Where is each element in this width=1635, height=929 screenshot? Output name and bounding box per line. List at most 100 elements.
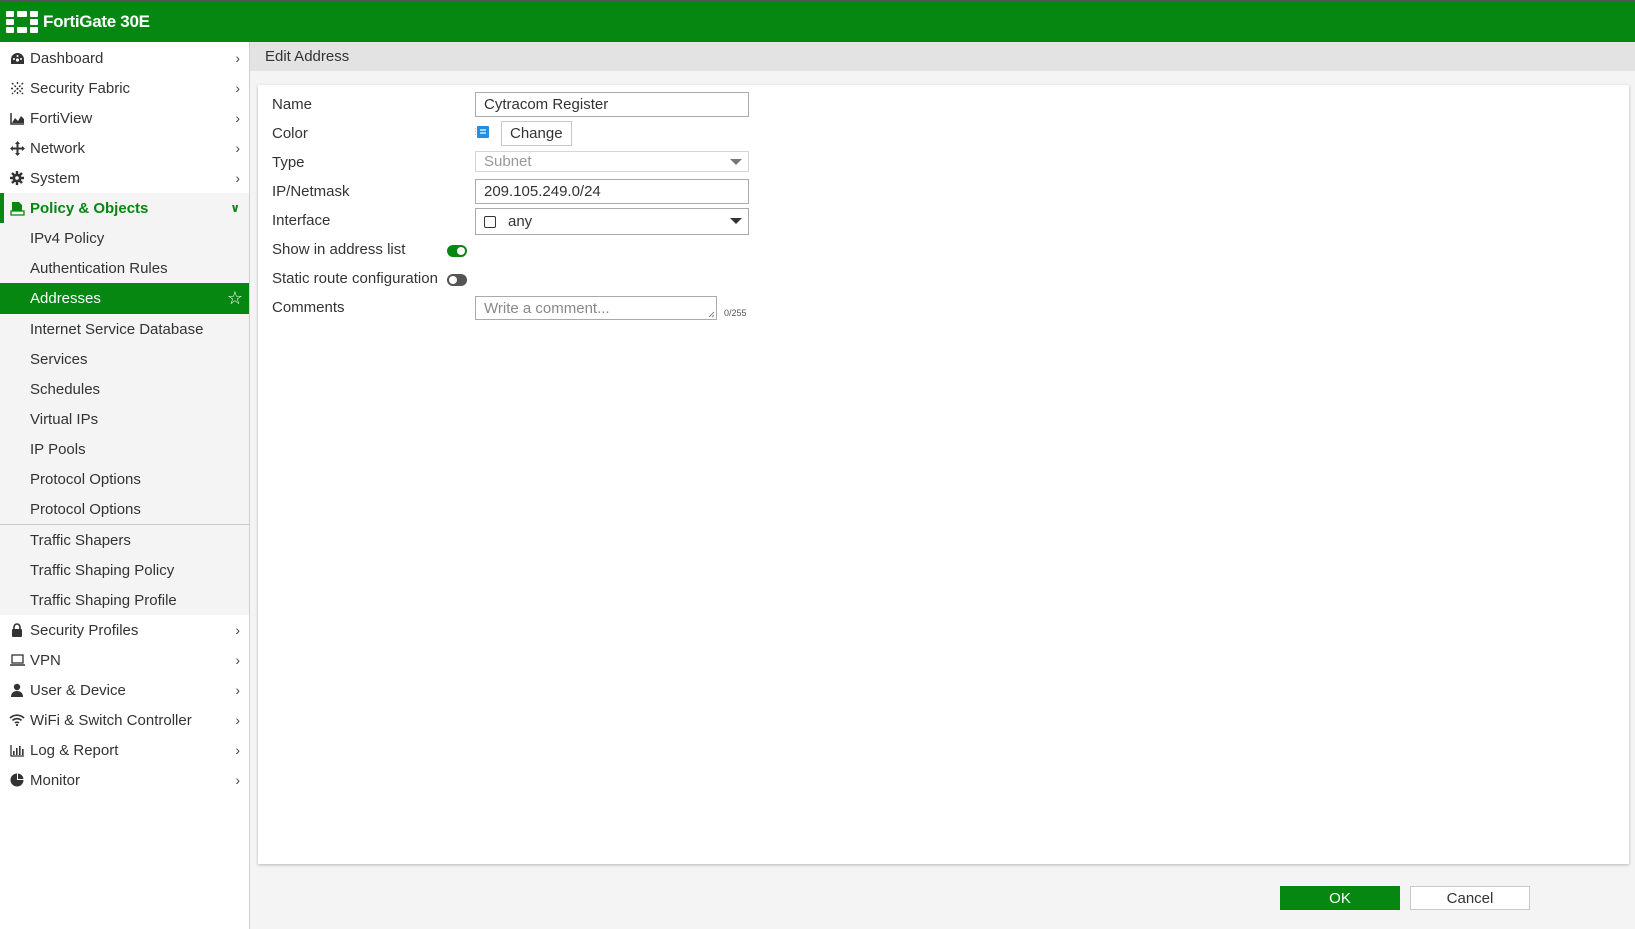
nav-vpn[interactable]: VPN › — [0, 645, 249, 675]
page-title: Edit Address — [250, 42, 1635, 71]
type-label: Type — [272, 154, 305, 171]
name-value: Cytracom Register — [484, 96, 609, 113]
nav-label: Security Profiles — [30, 621, 139, 639]
sidebar-item-services[interactable]: Services — [0, 344, 249, 374]
chevron-right-icon: › — [235, 682, 240, 698]
sidebar-item-traffic-shapers[interactable]: Traffic Shapers — [0, 525, 249, 555]
sub-label: Authentication Rules — [30, 259, 168, 277]
ok-button[interactable]: OK — [1280, 886, 1400, 910]
sidebar-item-ip-pools[interactable]: IP Pools — [0, 434, 249, 464]
sidebar-item-traffic-shaping-profile[interactable]: Traffic Shaping Profile — [0, 585, 249, 615]
interface-checkbox-icon — [484, 215, 496, 228]
comments-counter: 0/255 — [724, 308, 747, 318]
sub-label: Addresses — [30, 290, 101, 307]
chevron-right-icon: › — [235, 622, 240, 638]
fortiview-icon — [8, 112, 26, 125]
nav-wifi-switch[interactable]: WiFi & Switch Controller › — [0, 705, 249, 735]
comments-textarea[interactable]: Write a comment... — [475, 296, 717, 320]
sidebar: Dashboard › Security Fabric › FortiView … — [0, 42, 250, 929]
sub-label: IPv4 Policy — [30, 229, 105, 247]
sidebar-item-internet-service-database[interactable]: Internet Service Database — [0, 314, 249, 344]
star-icon[interactable]: ☆ — [227, 288, 243, 309]
nav-label: User & Device — [30, 681, 126, 699]
chevron-right-icon: › — [235, 80, 240, 96]
top-bar: FortiGate 30E — [0, 0, 1635, 42]
toggle-knob — [457, 247, 465, 255]
nav-system[interactable]: System › — [0, 163, 249, 193]
sub-label: Traffic Shaping Policy — [30, 561, 175, 579]
security-fabric-icon — [8, 81, 26, 96]
interface-label: Interface — [272, 212, 331, 229]
type-select[interactable]: Subnet — [475, 151, 749, 172]
show-in-address-list-toggle[interactable] — [447, 245, 467, 257]
color-label: Color — [272, 125, 308, 142]
sidebar-item-protocol-options[interactable]: Protocol Options — [0, 464, 249, 494]
sub-label: Internet Service Database — [30, 320, 204, 338]
nav-user-device[interactable]: User & Device › — [0, 675, 249, 705]
ip-netmask-value: 209.105.249.0/24 — [484, 183, 601, 200]
nav-policy-objects[interactable]: Policy & Objects ∨ — [0, 193, 249, 223]
static-route-toggle[interactable] — [447, 274, 467, 286]
chevron-right-icon: › — [235, 140, 240, 156]
nav-label: Policy & Objects — [30, 199, 149, 217]
nav-log-report[interactable]: Log & Report › — [0, 735, 249, 765]
sidebar-item-protocol-options-2[interactable]: Protocol Options — [0, 494, 249, 524]
chevron-down-icon — [730, 159, 742, 165]
wifi-icon — [8, 714, 26, 726]
ip-netmask-label: IP/Netmask — [272, 183, 350, 200]
app-title: FortiGate 30E — [43, 11, 150, 31]
sidebar-item-authentication-rules[interactable]: Authentication Rules — [0, 253, 249, 283]
name-input[interactable]: Cytracom Register — [475, 92, 749, 117]
nav-label: Monitor — [30, 771, 81, 789]
sidebar-item-virtual-ips[interactable]: Virtual IPs — [0, 404, 249, 434]
sidebar-item-schedules[interactable]: Schedules — [0, 374, 249, 404]
nav-label: WiFi & Switch Controller — [30, 711, 192, 729]
policy-icon — [8, 201, 26, 216]
sub-label: Virtual IPs — [30, 410, 99, 428]
fortinet-logo-icon — [6, 10, 38, 33]
sub-label: Protocol Options — [30, 470, 141, 488]
resize-handle-icon[interactable] — [707, 310, 715, 318]
nav-monitor[interactable]: Monitor › — [0, 765, 249, 795]
lock-icon — [8, 623, 26, 637]
laptop-icon — [8, 654, 26, 666]
ip-netmask-input[interactable]: 209.105.249.0/24 — [475, 179, 749, 204]
comments-label: Comments — [272, 299, 345, 316]
static-route-label: Static route configuration — [272, 270, 438, 287]
sub-label: Schedules — [30, 380, 101, 398]
interface-select[interactable]: any — [475, 208, 749, 235]
show-in-address-list-label: Show in address list — [272, 241, 406, 258]
chevron-right-icon: › — [235, 110, 240, 126]
change-color-button[interactable]: Change — [501, 121, 572, 146]
chevron-right-icon: › — [235, 50, 240, 66]
cancel-button[interactable]: Cancel — [1410, 886, 1530, 910]
chevron-down-icon: ∨ — [230, 201, 240, 215]
sub-label: Traffic Shaping Profile — [30, 591, 177, 609]
nav-label: Security Fabric — [30, 79, 131, 97]
chevron-right-icon: › — [235, 652, 240, 668]
user-icon — [8, 683, 26, 697]
type-value: Subnet — [484, 153, 532, 170]
comments-placeholder: Write a comment... — [484, 299, 610, 317]
interface-value: any — [508, 213, 533, 230]
nav-dashboard[interactable]: Dashboard › — [0, 43, 249, 73]
sidebar-item-ipv4-policy[interactable]: IPv4 Policy — [0, 223, 249, 253]
gear-icon — [8, 171, 26, 185]
name-label: Name — [272, 96, 313, 113]
nav-security-fabric[interactable]: Security Fabric › — [0, 73, 249, 103]
nav-security-profiles[interactable]: Security Profiles › — [0, 615, 249, 645]
edit-address-panel: Name Cytracom Register Color Change Type… — [258, 85, 1629, 864]
chevron-right-icon: › — [235, 742, 240, 758]
chevron-down-icon — [730, 218, 742, 224]
nav-network[interactable]: Network › — [0, 133, 249, 163]
bar-chart-icon — [8, 744, 26, 757]
sidebar-item-traffic-shaping-policy[interactable]: Traffic Shaping Policy — [0, 555, 249, 585]
sub-label: Services — [30, 350, 88, 368]
sidebar-item-addresses[interactable]: Addresses ☆ — [0, 283, 249, 314]
network-icon — [8, 140, 26, 156]
sub-label: Protocol Options — [30, 500, 141, 518]
nav-fortiview[interactable]: FortiView › — [0, 103, 249, 133]
dashboard-icon — [8, 52, 26, 65]
sub-label: IP Pools — [30, 440, 86, 458]
sub-label: Traffic Shapers — [30, 531, 131, 549]
